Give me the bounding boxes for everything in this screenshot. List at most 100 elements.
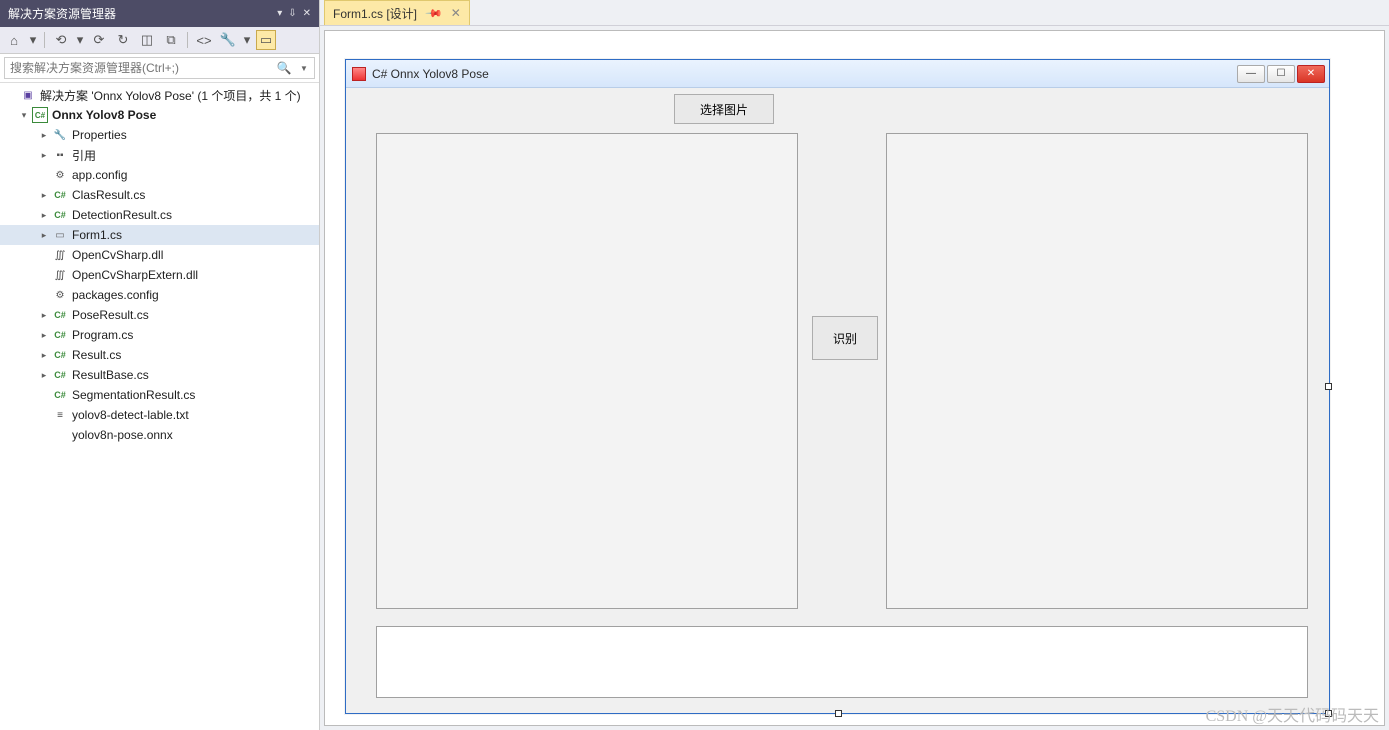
tree-label: ClasResult.cs (72, 188, 145, 202)
back-icon[interactable]: ⟲ (51, 30, 71, 50)
tree-label: 引用 (72, 147, 96, 164)
panel-close-icon[interactable]: ✕ (303, 8, 311, 19)
solution-tree[interactable]: ▣ 解决方案 'Onnx Yolov8 Pose' (1 个项目，共 1 个) … (0, 83, 319, 730)
tree-label: OpenCvSharpExtern.dll (72, 268, 198, 282)
poseresult-node[interactable]: C# PoseResult.cs (0, 305, 319, 325)
tree-label: yolov8n-pose.onnx (72, 428, 173, 442)
panel-dropdown-icon[interactable]: ▾ (277, 8, 282, 19)
clasresult-node[interactable]: C# ClasResult.cs (0, 185, 319, 205)
output-textbox[interactable] (376, 626, 1308, 698)
detectionresult-node[interactable]: C# DetectionResult.cs (0, 205, 319, 225)
search-input[interactable] (5, 61, 274, 75)
appconfig-node[interactable]: ⚙ app.config (0, 165, 319, 185)
home-icon[interactable]: ⌂ (4, 30, 24, 50)
tree-label: 解决方案 'Onnx Yolov8 Pose' (1 个项目，共 1 个) (40, 87, 301, 104)
packages-node[interactable]: ⚙ packages.config (0, 285, 319, 305)
tb-dropdown-icon[interactable]: ▾ (75, 30, 85, 50)
tree-label: Onnx Yolov8 Pose (52, 108, 156, 122)
showall-icon[interactable]: ⧉ (161, 30, 181, 50)
forward-icon[interactable]: ⟳ (89, 30, 109, 50)
winform-window[interactable]: C# Onnx Yolov8 Pose — ☐ ✕ 选择图片 识别 (345, 59, 1330, 714)
csharp-file-icon: C# (52, 367, 68, 383)
select-image-button[interactable]: 选择图片 (674, 94, 774, 124)
segmentationresult-node[interactable]: C# SegmentationResult.cs (0, 385, 319, 405)
properties-node[interactable]: 🔧 Properties (0, 125, 319, 145)
tree-label: SegmentationResult.cs (72, 388, 195, 402)
tree-label: ResultBase.cs (72, 368, 149, 382)
resize-handle[interactable] (1325, 383, 1332, 390)
minimize-button[interactable]: — (1237, 65, 1265, 83)
solution-explorer-panel: 解决方案资源管理器 ▾ ⇩ ✕ ⌂ ▾ ⟲ ▾ ⟳ ↻ ◫ ⧉ <> 🔧 ▾ ▭… (0, 0, 320, 730)
toolbar-separator (187, 32, 188, 48)
designer-surface[interactable]: C# Onnx Yolov8 Pose — ☐ ✕ 选择图片 识别 (324, 30, 1385, 726)
solution-explorer-titlebar: 解决方案资源管理器 ▾ ⇩ ✕ (0, 0, 319, 27)
properties-icon[interactable]: 🔧 (218, 30, 238, 50)
winform-titlebar[interactable]: C# Onnx Yolov8 Pose — ☐ ✕ (346, 60, 1329, 88)
opencvsharpextern-node[interactable]: ∭ OpenCvSharpExtern.dll (0, 265, 319, 285)
solution-search-container: 🔍 ▼ (0, 54, 319, 83)
tree-label: PoseResult.cs (72, 308, 149, 322)
config-icon: ⚙ (52, 287, 68, 303)
solution-explorer-title-text: 解决方案资源管理器 (8, 5, 116, 22)
refresh-icon[interactable]: ↻ (113, 30, 133, 50)
resize-handle[interactable] (1325, 710, 1332, 717)
search-dropdown-icon[interactable]: ▼ (294, 64, 314, 73)
document-tab-form1[interactable]: Form1.cs [设计] 📌 ✕ (324, 0, 470, 25)
toolbar-separator (44, 32, 45, 48)
csharp-file-icon: C# (52, 307, 68, 323)
solution-icon: ▣ (20, 87, 36, 103)
dll-icon: ∭ (52, 247, 68, 263)
resultbase-node[interactable]: C# ResultBase.cs (0, 365, 319, 385)
tb-dropdown-icon[interactable]: ▾ (242, 30, 252, 50)
csharp-file-icon: C# (52, 207, 68, 223)
tab-close-icon[interactable]: ✕ (451, 6, 461, 20)
project-node[interactable]: C# Onnx Yolov8 Pose (0, 105, 319, 125)
winform-title: C# Onnx Yolov8 Pose (372, 67, 1237, 81)
code-icon[interactable]: <> (194, 30, 214, 50)
right-image-box[interactable] (886, 133, 1308, 609)
panel-pin-icon[interactable]: ⇩ (288, 8, 296, 19)
app-icon (352, 67, 366, 81)
button-label: 识别 (833, 330, 857, 347)
blank-file-icon (52, 427, 68, 443)
references-node[interactable]: ▪▪ 引用 (0, 145, 319, 165)
document-tabstrip: Form1.cs [设计] 📌 ✕ (320, 0, 1389, 26)
tb-dropdown-icon[interactable]: ▾ (28, 30, 38, 50)
recognize-button[interactable]: 识别 (812, 316, 878, 360)
config-icon: ⚙ (52, 167, 68, 183)
form1-node[interactable]: ▭ Form1.cs (0, 225, 319, 245)
tab-label: Form1.cs [设计] (333, 5, 417, 22)
close-button[interactable]: ✕ (1297, 65, 1325, 83)
opencvsharp-node[interactable]: ∭ OpenCvSharp.dll (0, 245, 319, 265)
winform-body: 选择图片 识别 (346, 88, 1329, 713)
program-node[interactable]: C# Program.cs (0, 325, 319, 345)
maximize-button[interactable]: ☐ (1267, 65, 1295, 83)
csharp-project-icon: C# (32, 107, 48, 123)
solution-root-node[interactable]: ▣ 解决方案 'Onnx Yolov8 Pose' (1 个项目，共 1 个) (0, 85, 319, 105)
csharp-file-icon: C# (52, 327, 68, 343)
csharp-file-icon: C# (52, 347, 68, 363)
csharp-file-icon: C# (52, 387, 68, 403)
button-label: 选择图片 (700, 101, 748, 118)
tree-label: Form1.cs (72, 228, 122, 242)
tree-label: Program.cs (72, 328, 133, 342)
search-icon[interactable]: 🔍 (274, 61, 294, 75)
text-file-icon: ≡ (52, 407, 68, 423)
wrench-icon: 🔧 (52, 127, 68, 143)
tab-pin-icon[interactable]: 📌 (424, 4, 443, 23)
poseonnx-node[interactable]: yolov8n-pose.onnx (0, 425, 319, 445)
tree-label: app.config (72, 168, 127, 182)
tree-label: Properties (72, 128, 127, 142)
resize-handle[interactable] (835, 710, 842, 717)
references-icon: ▪▪ (52, 147, 68, 163)
left-image-box[interactable] (376, 133, 798, 609)
preview-icon[interactable]: ▭ (256, 30, 276, 50)
collapse-icon[interactable]: ◫ (137, 30, 157, 50)
dll-icon: ∭ (52, 267, 68, 283)
tree-label: DetectionResult.cs (72, 208, 172, 222)
main-area: Form1.cs [设计] 📌 ✕ C# Onnx Yolov8 Pose — … (320, 0, 1389, 730)
solution-search-box[interactable]: 🔍 ▼ (4, 57, 315, 79)
result-node[interactable]: C# Result.cs (0, 345, 319, 365)
labeltxt-node[interactable]: ≡ yolov8-detect-lable.txt (0, 405, 319, 425)
tree-label: packages.config (72, 288, 159, 302)
